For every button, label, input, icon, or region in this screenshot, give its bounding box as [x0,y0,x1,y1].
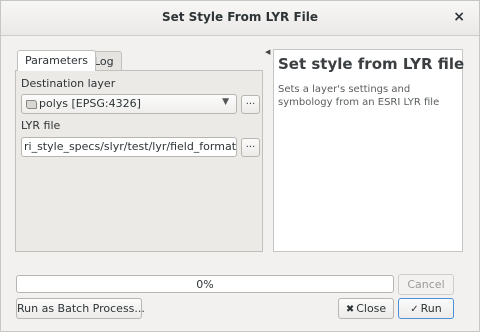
lyr-file-value: ri_style_specs/slyr/test/lyr/field_forma… [24,140,237,153]
checkmark-icon: ✓ [410,304,419,315]
polygon-layer-icon [26,100,37,109]
splitter-arrow-icon[interactable]: ◀ [265,48,270,56]
progress-text: 0% [196,278,214,291]
lyr-file-browse-button[interactable]: ... [241,138,260,157]
tab-parameters[interactable]: Parameters [17,50,96,71]
destination-layer-value: polys [EPSG:4326] [39,97,141,110]
run-button[interactable]: ✓ Run [398,298,454,319]
dialog-title: Set Style From LYR File [161,10,319,24]
help-panel: Set style from LYR file Sets a layer's s… [273,49,465,252]
cancel-button[interactable]: Cancel [398,274,454,295]
destination-layer-browse-button[interactable]: ... [241,95,260,114]
help-title: Set style from LYR file [278,55,465,73]
lyr-file-input[interactable]: ri_style_specs/slyr/test/lyr/field_forma… [21,137,237,157]
chevron-down-icon: ▼ [222,97,229,107]
title-bar[interactable]: Set Style From LYR File × [1,1,479,36]
set-style-dialog: Set Style From LYR File × Parameters Log… [0,0,480,332]
progress-bar: 0% [16,275,394,293]
run-button-label: Run [420,302,442,315]
close-icon[interactable]: × [453,9,465,25]
destination-layer-combo[interactable]: polys [EPSG:4326] ▼ [21,94,237,114]
help-description: Sets a layer's settings and symbology fr… [278,84,440,108]
close-button[interactable]: ✖ Close [338,298,394,319]
destination-layer-label: Destination layer [21,77,116,90]
close-x-icon: ✖ [345,304,355,315]
lyr-file-label: LYR file [21,119,61,132]
close-button-label: Close [356,302,387,315]
run-as-batch-button[interactable]: Run as Batch Process... [16,298,145,319]
